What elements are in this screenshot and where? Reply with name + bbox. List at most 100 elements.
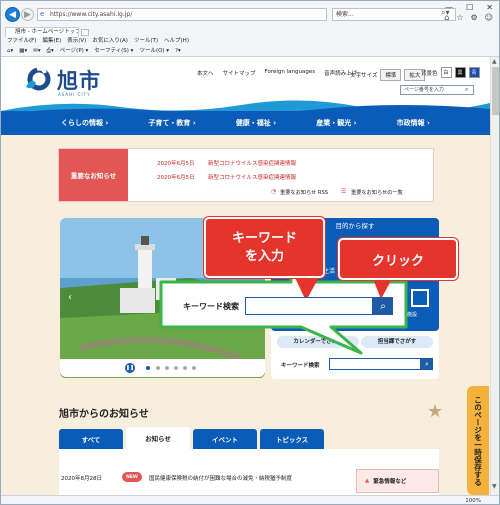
- tab-events[interactable]: イベント: [193, 429, 257, 449]
- ie-icon: e: [40, 10, 45, 18]
- browser-search-input[interactable]: 検索...: [332, 8, 456, 21]
- callout-click: クリック: [338, 238, 458, 280]
- menu-favorites[interactable]: お気に入り(A): [92, 37, 128, 46]
- page-number-input[interactable]: ページ番号を入力: [400, 85, 474, 95]
- section-search-chip[interactable]: 担当課でさがす: [361, 336, 433, 348]
- notice-link[interactable]: 新型コロナウイルス感染症関連情報: [208, 173, 296, 181]
- home-cmd-icon[interactable]: ⌂▾: [7, 46, 13, 56]
- gear-icon[interactable]: ⚙: [470, 13, 477, 22]
- command-bar: ⌂▾ ▦▾ ✉▾ ⎙▾ ページ(P) ▾ セーフティ(S) ▾ ツール(O) ▾…: [1, 46, 499, 57]
- pause-icon[interactable]: ❚❚: [125, 363, 135, 373]
- notice-link[interactable]: 新型コロナウイルス感染症関連情報: [208, 159, 296, 167]
- tab-all[interactable]: すべて: [59, 429, 123, 449]
- help-cmd-icon[interactable]: ?▾: [175, 46, 181, 56]
- bg-black-button[interactable]: 黒: [454, 67, 466, 78]
- slide-dot[interactable]: [174, 366, 178, 370]
- callout-enter-keyword: キーワード を入力: [204, 217, 325, 278]
- mail-icon[interactable]: ✉▾: [33, 46, 40, 56]
- bg-color-label: 背景色: [421, 70, 438, 77]
- news-link[interactable]: 国民健康保険税の納付が困難な場合の減免・納税猶予制度: [149, 474, 292, 482]
- feeds-icon[interactable]: ▦▾: [19, 46, 27, 56]
- tab-topics[interactable]: トピックス: [260, 429, 324, 449]
- nav-health[interactable]: 健康・福祉 ›: [236, 118, 276, 128]
- keyword-search-label: キーワード検索: [281, 363, 320, 369]
- scroll-up-icon[interactable]: ▲: [492, 58, 497, 65]
- callout-text: を入力: [244, 248, 284, 264]
- site-name[interactable]: 旭市: [57, 65, 101, 95]
- facility-label[interactable]: 施設: [407, 311, 417, 318]
- scroll-down-icon[interactable]: ▼: [492, 483, 497, 490]
- text-size-standard-button[interactable]: 標準: [380, 69, 402, 81]
- text-size-label: 文字サイズ: [350, 73, 378, 79]
- prev-slide-icon[interactable]: ‹: [68, 292, 72, 303]
- slide-dot[interactable]: [156, 366, 160, 370]
- notice-list-link[interactable]: 重要なお知らせの一覧: [351, 189, 403, 196]
- print-icon[interactable]: ⎙▾: [47, 46, 54, 56]
- vertical-scrollbar[interactable]: [490, 57, 499, 495]
- tools-menu[interactable]: ツール(O) ▾: [139, 46, 169, 56]
- global-nav: くらしの情報 › 子育て・教育 › 健康・福祉 › 産業・観光 › 市政情報 ›: [1, 111, 490, 135]
- maximize-icon[interactable]: ☐: [466, 3, 473, 12]
- back-button[interactable]: ◀: [5, 7, 20, 22]
- slide-dot[interactable]: [165, 366, 169, 370]
- close-icon[interactable]: ✕: [486, 3, 493, 12]
- new-badge: NEW: [122, 472, 142, 482]
- facility-icon[interactable]: [411, 289, 429, 307]
- hero-controls: [60, 359, 265, 377]
- rss-icon: ◔: [271, 188, 277, 195]
- news-title: 旭市からのお知らせ: [59, 409, 149, 420]
- emergency-info-button[interactable]: ▲ 緊急情報など: [356, 469, 439, 493]
- slide-dot[interactable]: [146, 366, 150, 370]
- notice-date: 2020年6月5日: [157, 161, 195, 167]
- menu-help[interactable]: ヘルプ(H): [164, 37, 189, 46]
- menu-file[interactable]: ファイル(F): [7, 37, 36, 46]
- menu-view[interactable]: 表示(V): [67, 37, 86, 46]
- smiley-icon[interactable]: ☺: [485, 13, 493, 22]
- window-controls[interactable]: — ☐ ✕: [445, 3, 493, 12]
- safety-menu[interactable]: セーフティ(S) ▾: [94, 46, 133, 56]
- starfish-decoration: ★: [427, 401, 444, 422]
- foreign-languages-link[interactable]: Foreign languages: [265, 69, 316, 77]
- keyword-search-input[interactable]: [329, 358, 421, 370]
- nav-childcare[interactable]: 子育て・教育 ›: [148, 118, 195, 128]
- browser-tab[interactable]: 旭市 - ホームページトップペ...: [5, 27, 79, 37]
- address-bar[interactable]: https://www.city.asahi.lg.jp/: [37, 8, 327, 21]
- slide-dot[interactable]: [192, 366, 196, 370]
- zoomed-keyword-input[interactable]: [245, 297, 373, 315]
- minimize-icon[interactable]: —: [445, 3, 453, 12]
- skip-to-content-link[interactable]: 本文へ: [197, 69, 214, 77]
- nav-industry[interactable]: 産業・観光 ›: [316, 118, 356, 128]
- new-tab-button[interactable]: [81, 29, 89, 36]
- menu-tools[interactable]: ツール(T): [134, 37, 158, 46]
- zoom-level[interactable]: 100%: [465, 498, 481, 504]
- sitemap-link[interactable]: サイトマップ: [223, 69, 256, 77]
- utility-links: 本文へ サイトマップ Foreign languages 音声読み上げ: [197, 69, 357, 77]
- status-bar: 100%: [1, 495, 499, 504]
- nav-city-info[interactable]: 市政情報 ›: [397, 118, 430, 128]
- slide-dot[interactable]: [183, 366, 187, 370]
- keyword-search-button[interactable]: ⌕: [421, 358, 433, 370]
- list-icon: ☰: [341, 188, 347, 195]
- page-number-search-icon[interactable]: ⌕: [465, 86, 468, 94]
- calendar-search-chip[interactable]: カレンダーでさがす: [277, 336, 359, 348]
- zoomed-search-icon[interactable]: ⌕: [373, 297, 393, 315]
- favorites-icon[interactable]: ☆: [456, 13, 463, 22]
- news-date: 2020年8月28日: [61, 476, 102, 482]
- page-menu[interactable]: ページ(P) ▾: [60, 46, 89, 56]
- notice-date: 2020年6月5日: [157, 175, 195, 181]
- tab-notices[interactable]: お知らせ: [126, 427, 190, 449]
- emergency-label: 緊急情報など: [373, 479, 407, 485]
- forward-button[interactable]: ▶: [21, 8, 34, 21]
- warning-icon: ▲: [365, 478, 370, 484]
- nav-living[interactable]: くらしの情報 ›: [61, 118, 108, 128]
- notice-rss-link[interactable]: 重要なお知らせ RSS: [280, 189, 328, 196]
- city-logo-icon[interactable]: [23, 65, 51, 93]
- menu-edit[interactable]: 編集(E): [42, 37, 61, 46]
- bg-white-button[interactable]: 白: [440, 67, 452, 78]
- save-page-side-tab[interactable]: このページを一時保存する: [467, 386, 489, 495]
- scroll-thumb[interactable]: [492, 67, 499, 115]
- menu-bar: ファイル(F) 編集(E) 表示(V) お気に入り(A) ツール(T) ヘルプ(…: [1, 37, 499, 46]
- home-icon[interactable]: ⌂: [444, 13, 449, 22]
- browser-tools[interactable]: ⌂ ☆ ⚙ ☺: [444, 13, 493, 22]
- bg-blue-button[interactable]: 青: [468, 67, 480, 78]
